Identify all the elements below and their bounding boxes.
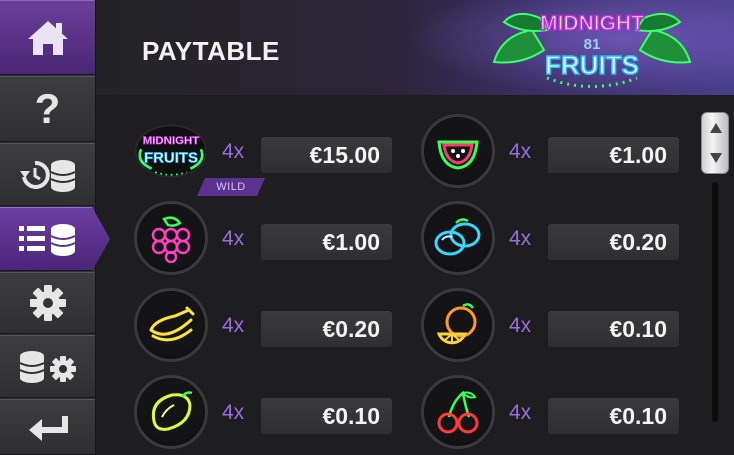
symbol-banana xyxy=(134,288,208,362)
payout-value: €0.10 xyxy=(548,311,679,347)
symbol-lemon xyxy=(134,375,208,449)
question-mark-icon: ? xyxy=(34,85,61,132)
home-button[interactable] xyxy=(0,0,95,75)
watermelon-icon xyxy=(437,140,479,170)
symbol-cherry xyxy=(421,375,495,449)
multiplier: 4x xyxy=(509,140,532,163)
paytable-item-grapes: 4x €1.00 xyxy=(96,197,392,277)
banana-icon xyxy=(149,306,195,342)
scroll-track[interactable] xyxy=(712,182,718,422)
gear-icon xyxy=(29,285,66,321)
payout-value: €1.00 xyxy=(548,137,679,173)
symbol-watermelon xyxy=(421,114,495,188)
multiplier: 4x xyxy=(222,140,245,163)
scroll-up-icon[interactable] xyxy=(709,121,723,135)
svg-text:MIDNIGHT: MIDNIGHT xyxy=(143,135,200,147)
logo-line3: FRUITS xyxy=(545,50,639,80)
paytable-item-plum: 4x €0.20 xyxy=(383,197,679,277)
orange-icon xyxy=(436,303,477,345)
paytable-list-coins-icon xyxy=(19,224,76,256)
paytable-item-banana: 4x €0.20 xyxy=(96,284,392,364)
payout-value: €15.00 xyxy=(261,137,392,173)
history-button[interactable] xyxy=(0,143,95,206)
return-arrow-icon xyxy=(28,416,68,441)
paytable-item-lemon: 4x €0.10 xyxy=(96,371,392,451)
paytable-grid: MIDNIGHT FRUITS 4x €15.00 WILD 4x €1.00 xyxy=(96,95,734,455)
lemon-icon xyxy=(151,391,193,431)
payout-value: €0.10 xyxy=(548,398,679,434)
scroll-down-icon[interactable] xyxy=(709,151,723,165)
header: PAYTABLE MIDNIGHT 81 FRUITS xyxy=(96,0,734,95)
sidebar: ? xyxy=(0,0,110,455)
symbol-grapes xyxy=(134,201,208,275)
payout-value: €0.10 xyxy=(261,398,392,434)
paytable-button[interactable] xyxy=(0,207,110,271)
back-button[interactable] xyxy=(0,399,95,455)
wild-badge: WILD xyxy=(197,178,265,196)
paytable-item-cherry: 4x €0.10 xyxy=(383,371,679,451)
multiplier: 4x xyxy=(509,401,532,424)
multiplier: 4x xyxy=(509,314,532,337)
scroll-arrows-button[interactable] xyxy=(701,112,729,174)
paytable-item-wild: MIDNIGHT FRUITS 4x €15.00 WILD xyxy=(96,110,392,190)
midnight-fruits-logo: MIDNIGHT 81 FRUITS xyxy=(492,11,692,88)
settings-button[interactable] xyxy=(0,272,95,334)
symbol-wild: MIDNIGHT FRUITS xyxy=(134,114,208,188)
grapes-icon xyxy=(151,216,191,263)
coins-gear-icon xyxy=(19,350,76,383)
multiplier: 4x xyxy=(222,401,245,424)
symbol-plum xyxy=(421,201,495,275)
multiplier: 4x xyxy=(222,314,245,337)
scrollbar[interactable] xyxy=(701,112,729,424)
paytable-item-watermelon: 4x €1.00 xyxy=(383,110,679,190)
payout-value: €1.00 xyxy=(261,224,392,260)
history-coins-icon xyxy=(19,159,75,192)
plum-icon xyxy=(434,218,481,256)
cherry-icon xyxy=(437,390,479,434)
multiplier: 4x xyxy=(509,227,532,250)
home-icon xyxy=(27,20,68,55)
midnight-fruits-wild-icon: MIDNIGHT FRUITS xyxy=(134,124,208,178)
help-button[interactable]: ? xyxy=(0,76,95,142)
paytable-item-orange: 4x €0.10 xyxy=(383,284,679,364)
logo-line1: MIDNIGHT xyxy=(540,12,644,35)
payout-value: €0.20 xyxy=(548,224,679,260)
payout-value: €0.20 xyxy=(261,311,392,347)
multiplier: 4x xyxy=(222,227,245,250)
svg-text:FRUITS: FRUITS xyxy=(144,149,198,166)
page-title: PAYTABLE xyxy=(142,36,280,66)
bet-settings-button[interactable] xyxy=(0,335,95,398)
symbol-orange xyxy=(421,288,495,362)
